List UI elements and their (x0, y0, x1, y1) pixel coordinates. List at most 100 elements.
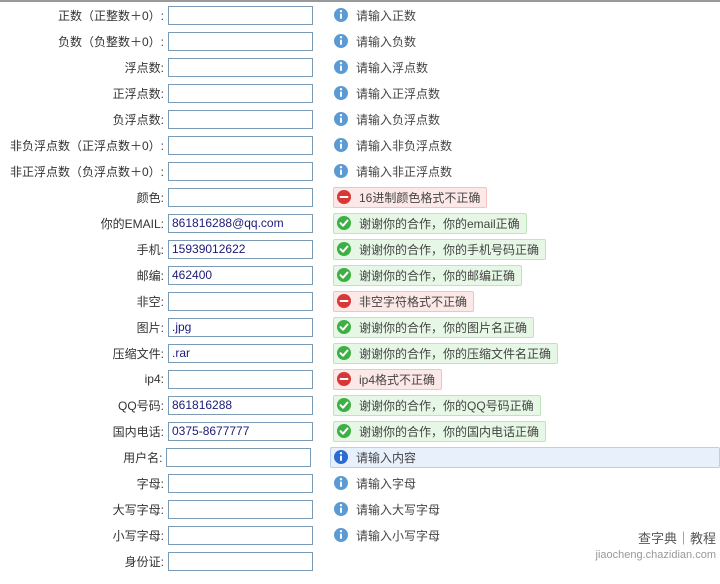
validation-message: 谢谢你的合作，你的手机号码正确 (333, 239, 546, 260)
message-text: 谢谢你的合作，你的手机号码正确 (357, 241, 539, 258)
validation-message: 请输入小写字母 (333, 527, 440, 544)
message-cell: ip4格式不正确 (333, 369, 720, 389)
input-cell (168, 370, 323, 389)
message-cell: 请输入非正浮点数 (333, 161, 720, 181)
text-input[interactable] (168, 422, 313, 441)
text-input[interactable] (168, 188, 313, 207)
validation-message: 谢谢你的合作，你的国内电话正确 (333, 421, 546, 442)
form-row: 负浮点数: 请输入负浮点数 (0, 106, 720, 132)
info-icon (333, 59, 349, 75)
text-input[interactable] (168, 500, 313, 519)
input-cell (168, 58, 323, 77)
form-row: 正数（正整数＋0）: 请输入正数 (0, 2, 720, 28)
success-icon (336, 267, 352, 283)
message-text: 请输入正数 (354, 7, 416, 24)
message-text: 请输入负浮点数 (354, 111, 440, 128)
text-input[interactable] (168, 318, 313, 337)
field-label: 负数（负整数＋0）: (0, 33, 168, 50)
success-icon (336, 319, 352, 335)
form-row: 正浮点数:请输入正浮点数 (0, 80, 720, 106)
form-row: 非空:非空字符格式不正确 (0, 288, 720, 314)
validation-message: 谢谢你的合作，你的图片名正确 (333, 317, 534, 338)
field-label: 字母: (0, 475, 168, 492)
form-row: 负数（负整数＋0）: 请输入负数 (0, 28, 720, 54)
input-cell (168, 552, 323, 571)
validation-message: 请输入负数 (333, 33, 416, 50)
form-row: 用户名:请输入内容 (0, 444, 720, 470)
text-input[interactable] (168, 344, 313, 363)
text-input[interactable] (168, 370, 313, 389)
form-row: 非负浮点数（正浮点数＋0）:请输入非负浮点数 (0, 132, 720, 158)
text-input[interactable] (168, 526, 313, 545)
form-row: 国内电话:谢谢你的合作，你的国内电话正确 (0, 418, 720, 444)
validation-message: 请输入浮点数 (333, 59, 428, 76)
validation-message: 谢谢你的合作，你的email正确 (333, 213, 527, 234)
validation-message: 请输入大写字母 (333, 501, 440, 518)
validation-message: 谢谢你的合作，你的邮编正确 (333, 265, 522, 286)
validation-message: 请输入内容 (330, 447, 720, 468)
validation-message: 请输入非正浮点数 (333, 163, 452, 180)
field-label: QQ号码: (0, 397, 168, 414)
text-input[interactable] (168, 162, 313, 181)
form-row: 字母: 请输入字母 (0, 470, 720, 496)
input-cell (168, 266, 323, 285)
info-icon (333, 33, 349, 49)
info-icon (333, 85, 349, 101)
field-label: 正数（正整数＋0）: (0, 7, 168, 24)
input-cell (168, 500, 323, 519)
message-cell: 谢谢你的合作，你的国内电话正确 (333, 421, 720, 441)
message-cell: 谢谢你的合作，你的图片名正确 (333, 317, 720, 337)
message-cell: 请输入字母 (333, 473, 720, 493)
form-row: 压缩文件:谢谢你的合作，你的压缩文件名正确 (0, 340, 720, 366)
input-cell (168, 214, 323, 233)
message-cell: 请输入正数 (333, 5, 720, 25)
message-cell: 请输入负数 (333, 31, 720, 51)
validation-message: ip4格式不正确 (333, 369, 442, 390)
text-input[interactable] (168, 136, 313, 155)
field-label: 负浮点数: (0, 111, 168, 128)
text-input[interactable] (168, 58, 313, 77)
validation-message: 谢谢你的合作，你的压缩文件名正确 (333, 343, 558, 364)
form-row: 颜色:16进制颜色格式不正确 (0, 184, 720, 210)
input-cell (168, 526, 323, 545)
message-text: 谢谢你的合作，你的压缩文件名正确 (357, 345, 551, 362)
form-row: 图片:谢谢你的合作，你的图片名正确 (0, 314, 720, 340)
input-cell (168, 162, 323, 181)
error-icon (336, 189, 352, 205)
field-label: 非负浮点数（正浮点数＋0）: (0, 137, 168, 154)
watermark: 查字典｜教程 jiaocheng.chazidian.com (596, 531, 716, 562)
input-cell (166, 448, 320, 467)
text-input[interactable] (168, 474, 313, 493)
validation-message: 请输入字母 (333, 475, 416, 492)
field-label: 非正浮点数（负浮点数＋0）: (0, 163, 168, 180)
text-input[interactable] (168, 240, 313, 259)
text-input[interactable] (168, 266, 313, 285)
text-input[interactable] (168, 32, 313, 51)
text-input[interactable] (168, 214, 313, 233)
input-cell (168, 136, 323, 155)
input-cell (168, 422, 323, 441)
input-cell (168, 6, 323, 25)
validation-message: 请输入正浮点数 (333, 85, 440, 102)
text-input[interactable] (168, 552, 313, 571)
message-cell: 请输入正浮点数 (333, 83, 720, 103)
field-label: ip4: (0, 372, 168, 386)
message-text: 请输入正浮点数 (354, 85, 440, 102)
text-input[interactable] (168, 84, 313, 103)
form-row: QQ号码:谢谢你的合作，你的QQ号码正确 (0, 392, 720, 418)
message-cell: 谢谢你的合作，你的压缩文件名正确 (333, 343, 720, 363)
message-cell: 谢谢你的合作，你的手机号码正确 (333, 239, 720, 259)
info-icon (333, 111, 349, 127)
text-input[interactable] (168, 396, 313, 415)
text-input[interactable] (168, 110, 313, 129)
text-input[interactable] (168, 292, 313, 311)
message-cell: 请输入浮点数 (333, 57, 720, 77)
input-cell (168, 318, 323, 337)
field-label: 颜色: (0, 189, 168, 206)
validation-message: 请输入正数 (333, 7, 416, 24)
text-input[interactable] (166, 448, 311, 467)
field-label: 浮点数: (0, 59, 168, 76)
form-row: 浮点数: 请输入浮点数 (0, 54, 720, 80)
error-icon (336, 293, 352, 309)
text-input[interactable] (168, 6, 313, 25)
